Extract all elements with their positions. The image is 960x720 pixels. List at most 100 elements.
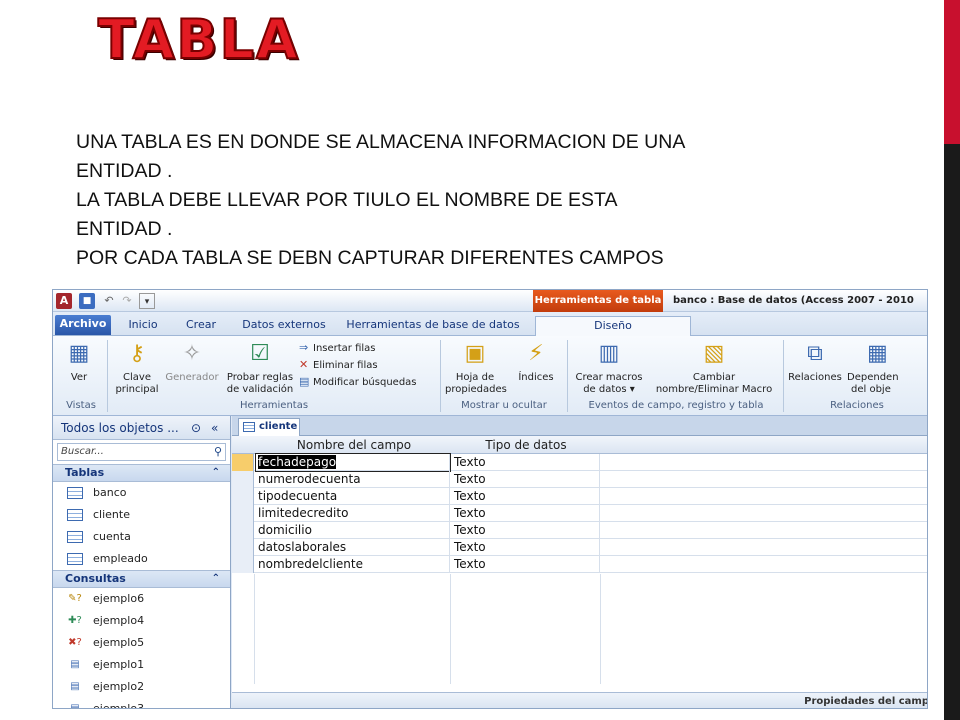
- empty-grid-area[interactable]: [232, 574, 927, 684]
- field-name-cell[interactable]: tipodecuenta: [256, 488, 450, 505]
- data-type-cell[interactable]: Texto: [452, 522, 600, 539]
- tab-datos-externos[interactable]: Datos externos: [239, 316, 329, 336]
- table-row[interactable]: nombredelcliente Texto: [232, 556, 927, 573]
- nav-header[interactable]: Todos los objetos ... ⊙ «: [53, 416, 230, 440]
- table-row[interactable]: numerodecuenta Texto: [232, 471, 927, 488]
- ribbon: ▦ Ver ⚷ Clave principal ✧ Generador ☑ Pr…: [53, 336, 927, 416]
- tab-diseno[interactable]: Diseño: [535, 316, 691, 336]
- row-selector[interactable]: [232, 505, 254, 522]
- field-name-cell[interactable]: limitedecredito: [256, 505, 450, 522]
- test-rules-button[interactable]: ☑ Probar reglas de validación: [223, 340, 297, 396]
- field-name-cell[interactable]: nombredelcliente: [256, 556, 450, 573]
- data-type-cell[interactable]: Texto: [452, 454, 600, 471]
- dependencies-icon: ▦: [867, 341, 888, 366]
- dependencies-label: Dependen: [847, 372, 899, 383]
- customize-toolbar-icon[interactable]: ▾: [139, 293, 155, 309]
- primary-key-button[interactable]: ⚷ Clave principal: [111, 340, 163, 396]
- nav-group-tablas[interactable]: Tablas ⌃: [53, 464, 230, 482]
- window-title: banco : Base de datos (Access 2007 - 201…: [673, 295, 914, 306]
- row-selector[interactable]: [232, 488, 254, 505]
- row-selector[interactable]: [232, 471, 254, 488]
- nav-item-query[interactable]: ▤ ejemplo3: [53, 698, 230, 709]
- collapse-pane-icon[interactable]: «: [211, 416, 218, 440]
- slide-line: LA TABLA DEBE LLEVAR POR TIULO EL NOMBRE…: [76, 189, 618, 211]
- property-sheet-button[interactable]: ▣ Hoja de propiedades: [445, 340, 507, 396]
- nav-item-table[interactable]: cuenta: [53, 526, 230, 548]
- nav-item-query[interactable]: ✖? ejemplo5: [53, 632, 230, 654]
- tab-herramientas-bd[interactable]: Herramientas de base de datos: [345, 316, 521, 336]
- select-query-icon: ▤: [70, 681, 80, 692]
- field-name-cell[interactable]: numerodecuenta: [256, 471, 450, 488]
- validation-check-icon: ☑: [250, 341, 270, 366]
- nav-item-query[interactable]: ✚? ejemplo4: [53, 610, 230, 632]
- nav-search-input[interactable]: Buscar... ⚲: [57, 443, 226, 461]
- nav-menu-chevron-icon[interactable]: ⊙: [191, 416, 201, 440]
- insert-rows-button[interactable]: ⇒ Insertar filas: [299, 341, 376, 356]
- nav-item-table[interactable]: banco: [53, 482, 230, 504]
- nav-item-query[interactable]: ▤ ejemplo1: [53, 654, 230, 676]
- tab-inicio[interactable]: Inicio: [123, 316, 163, 336]
- tab-archivo[interactable]: Archivo: [55, 315, 111, 335]
- relationships-button[interactable]: ⧉ Relaciones: [785, 340, 845, 384]
- field-name-cell[interactable]: domicilio: [256, 522, 450, 539]
- rename-macro-label: Cambiar: [692, 372, 736, 383]
- undo-icon[interactable]: ↶: [101, 293, 117, 309]
- nav-item-label: ejemplo3: [93, 702, 145, 709]
- data-type-cell[interactable]: Texto: [452, 539, 600, 556]
- rename-delete-macro-button[interactable]: ▧ Cambiar nombre/Eliminar Macro: [649, 340, 779, 396]
- builder-button[interactable]: ✧ Generador: [163, 340, 221, 384]
- modify-lookups-label: Modificar búsquedas: [313, 377, 417, 388]
- tab-crear[interactable]: Crear: [181, 316, 221, 336]
- modify-lookups-button[interactable]: ▤ Modificar búsquedas: [299, 375, 417, 390]
- save-icon[interactable]: ■: [79, 293, 95, 309]
- data-type-cell[interactable]: Texto: [452, 488, 600, 505]
- indexes-button[interactable]: ⚡ Índices: [513, 340, 559, 384]
- nav-item-table[interactable]: cliente: [53, 504, 230, 526]
- view-button[interactable]: ▦ Ver: [57, 340, 101, 384]
- field-name-cell[interactable]: fechadepago: [255, 453, 451, 472]
- title-bar: A ■ ↶ ↷ ▾ Herramientas de tabla banco : …: [53, 290, 927, 312]
- context-tab-label: Herramientas de tabla: [533, 290, 663, 312]
- delete-rows-button[interactable]: ✕ Eliminar filas: [299, 358, 378, 373]
- group-label-herramientas: Herramientas: [239, 400, 309, 411]
- table-row[interactable]: fechadepago Texto: [232, 453, 927, 472]
- access-screenshot: A ■ ↶ ↷ ▾ Herramientas de tabla banco : …: [52, 289, 928, 709]
- row-selector[interactable]: [232, 539, 254, 556]
- nav-group-consultas[interactable]: Consultas ⌃: [53, 570, 230, 588]
- property-sheet-label: Hoja de: [455, 372, 495, 383]
- property-sheet-icon: ▣: [464, 341, 486, 366]
- nav-item-label: empleado: [93, 552, 148, 565]
- slide-line: UNA TABLA ES EN DONDE SE ALMACENA INFORM…: [76, 131, 686, 153]
- row-selector[interactable]: [232, 522, 254, 539]
- access-logo-icon[interactable]: A: [56, 293, 72, 309]
- data-type-cell[interactable]: Texto: [452, 505, 600, 522]
- nav-item-table[interactable]: empleado: [53, 548, 230, 570]
- table-row[interactable]: tipodecuenta Texto: [232, 488, 927, 505]
- column-header-field-name[interactable]: Nombre del campo: [256, 436, 452, 454]
- row-selector[interactable]: [232, 556, 254, 573]
- row-selector[interactable]: [232, 454, 254, 471]
- collapse-group-icon[interactable]: ⌃: [212, 465, 220, 481]
- redo-icon[interactable]: ↷: [119, 293, 135, 309]
- nav-item-label: ejemplo1: [93, 658, 145, 671]
- data-type-cell[interactable]: Texto: [452, 556, 600, 573]
- insert-rows-label: Insertar filas: [313, 343, 376, 354]
- nav-search-placeholder: Buscar...: [61, 446, 104, 457]
- test-rules-label-2: de validación: [226, 384, 294, 395]
- field-name-cell[interactable]: datoslaborales: [256, 539, 450, 556]
- nav-item-query[interactable]: ✎? ejemplo6: [53, 588, 230, 610]
- table-row[interactable]: domicilio Texto: [232, 522, 927, 539]
- table-row[interactable]: limitedecredito Texto: [232, 505, 927, 522]
- data-type-cell[interactable]: Texto: [452, 471, 600, 488]
- document-tab-cliente[interactable]: cliente: [238, 418, 300, 436]
- create-data-macros-button[interactable]: ▥ Crear macros de datos ▾: [571, 340, 647, 396]
- table-row[interactable]: datoslaborales Texto: [232, 539, 927, 556]
- collapse-group-icon[interactable]: ⌃: [212, 571, 220, 587]
- search-icon[interactable]: ⚲: [214, 444, 222, 460]
- group-label-vistas: Vistas: [66, 400, 96, 411]
- object-dependencies-button[interactable]: ▦ Dependen del obje: [845, 340, 927, 396]
- nav-item-query[interactable]: ▤ ejemplo2: [53, 676, 230, 698]
- update-query-icon: ✎?: [68, 593, 82, 604]
- column-header-data-type[interactable]: Tipo de datos: [452, 436, 600, 454]
- append-query-icon: ✚?: [68, 615, 82, 626]
